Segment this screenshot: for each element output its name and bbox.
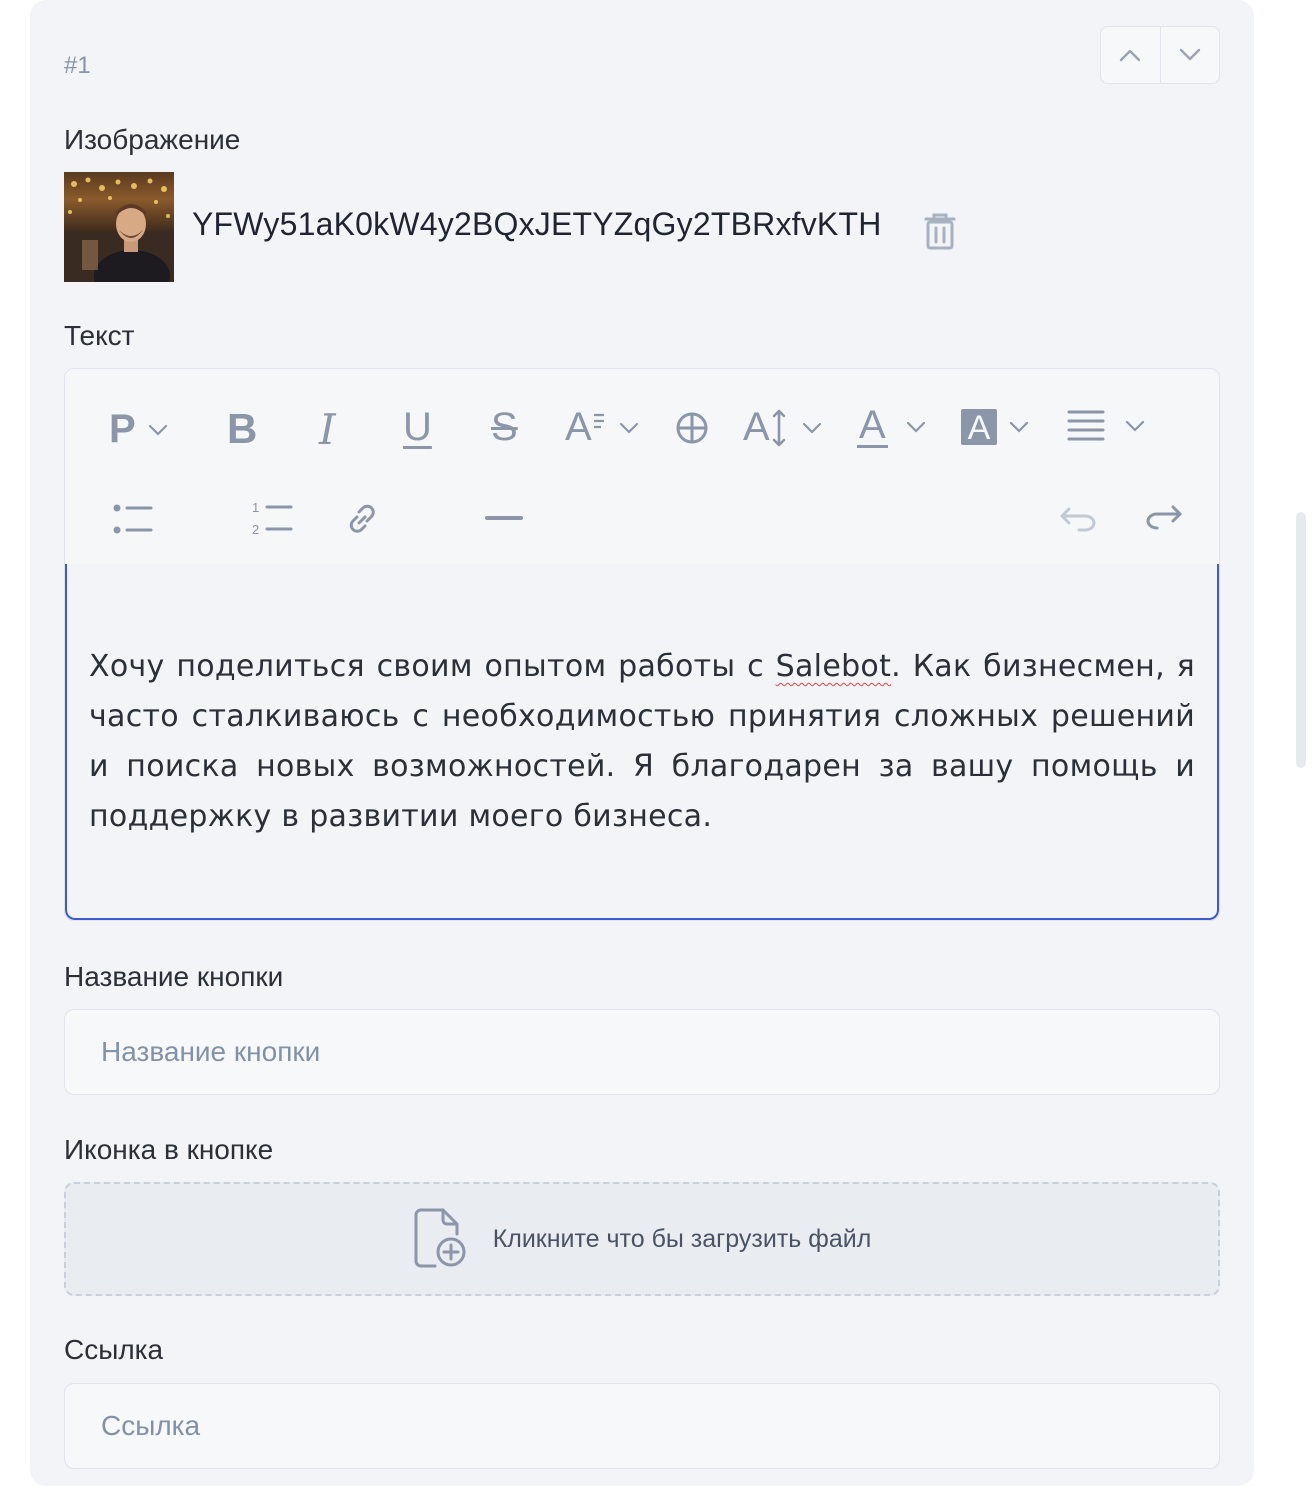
numbered-list-button[interactable]: 1 2 [251,499,293,537]
trash-icon [924,213,956,250]
paragraph-format-button[interactable]: P [109,407,168,452]
emoji-button[interactable] [675,411,709,445]
link-button[interactable] [345,501,379,537]
delete-image-button[interactable] [920,210,960,252]
item-index-label: #1 [64,52,91,79]
editor-text[interactable]: Хочу поделиться своим опытом работы с Sa… [89,642,1195,842]
link-input[interactable] [64,1383,1220,1469]
line-height-icon: A [743,405,770,449]
svg-text:2: 2 [252,522,259,537]
line-height-button[interactable]: A [743,405,822,450]
horizontal-rule-icon [485,516,523,520]
align-button[interactable] [1067,409,1145,443]
horizontal-rule-button[interactable] [485,515,523,521]
bullet-list-icon [113,504,153,534]
strikethrough-icon: S [491,405,518,449]
italic-icon: I [319,405,336,454]
move-buttons [1100,26,1220,84]
bold-button[interactable]: B [227,405,257,453]
bullet-list-button[interactable] [113,503,153,535]
button-icon-label: Иконка в кнопке [64,1134,274,1165]
redo-icon [1146,505,1182,530]
text-field-label: Текст [64,320,135,351]
editor-content-area[interactable]: Хочу поделиться своим опытом работы с Sa… [65,564,1219,920]
chevron-down-icon [1125,420,1145,432]
rich-text-editor: P B I U S A A A A 1 2 Хочу поделиться св… [64,368,1220,921]
redo-button[interactable] [1145,503,1183,531]
link-field-label: Ссылка [64,1334,164,1365]
vertical-arrows-icon [772,409,785,446]
undo-button[interactable] [1059,505,1097,533]
chevron-down-icon [906,421,925,433]
icon-upload-dropzone[interactable]: Кликните что бы загрузить файл [64,1182,1220,1296]
undo-icon [1060,507,1096,532]
link-icon [349,504,375,533]
chevron-down-icon [1179,48,1200,61]
underline-button[interactable]: U [403,405,432,450]
align-icon [1067,410,1105,441]
background-color-icon: A [961,409,997,447]
font-color-icon: A [857,403,888,448]
italic-button[interactable]: I [319,405,336,454]
underline-icon: U [403,405,432,449]
lines-icon [593,413,604,428]
button-name-label: Название кнопки [64,961,284,992]
chevron-up-icon [1120,49,1141,62]
svg-text:1: 1 [252,500,259,515]
chevron-down-icon [619,422,638,434]
file-add-icon [414,1208,466,1268]
chevron-down-icon [1009,421,1029,433]
paragraph-format-icon: P [109,407,136,451]
image-file-name: YFWy51aK0kW4y2BQxJETYZqGy2TBRxfvKTH [192,206,882,242]
image-field-label: Изображение [64,124,241,155]
font-size-icon: A [565,405,592,449]
move-down-button[interactable] [1159,27,1220,83]
font-size-button[interactable]: A [565,405,639,450]
upload-hint: Кликните что бы загрузить файл [492,1224,872,1253]
editor-toolbar: P B I U S A A A A 1 2 [65,369,1219,564]
font-color-button[interactable]: A [857,405,926,448]
strikethrough-button[interactable]: S [491,405,518,450]
scrollbar[interactable] [1296,512,1306,768]
button-name-input[interactable] [64,1009,1220,1095]
bold-icon: B [227,405,258,452]
misspelled-word: Salebot [775,649,892,684]
background-color-button[interactable]: A [961,409,1029,447]
move-up-button[interactable] [1101,27,1160,83]
numbered-list-icon: 1 2 [252,500,293,537]
chevron-down-icon [148,424,167,436]
emoji-icon [676,412,708,444]
editor-text-part: Хочу поделиться своим опытом работы с [89,649,776,684]
chevron-down-icon [802,422,821,434]
image-thumbnail [64,172,174,282]
